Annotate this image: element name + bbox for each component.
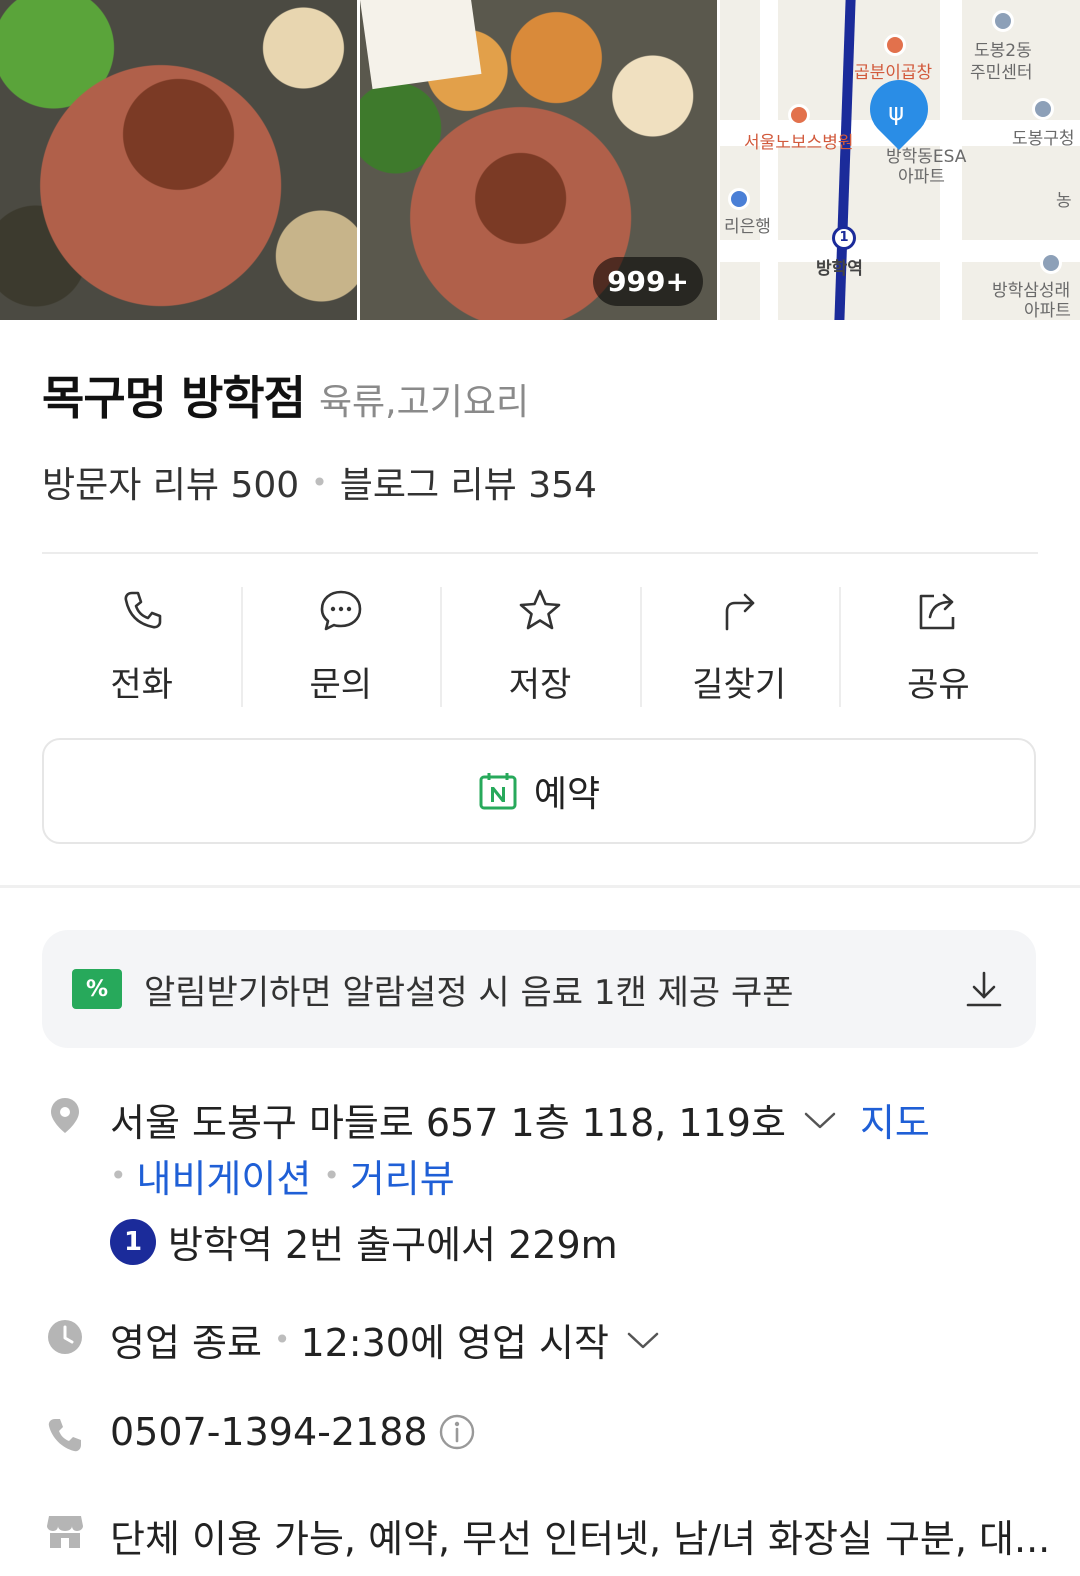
place-name: 목구멍 방학점 [42,371,306,425]
map-label: 아파트 [898,167,945,187]
place-category: 육류,고기요리 [318,382,530,423]
hospital-marker-icon [788,104,810,126]
amenities-text: 단체 이용 가능, 예약, 무선 인터넷, 남/녀 화장실 구분, 대... [110,1517,1051,1561]
food-photo-2[interactable]: 999+ [360,0,717,320]
address-links-row: • 내비게이션 • 거리뷰 [110,1148,455,1203]
coupon-banner[interactable]: % 알림받기하면 알람설정 시 음료 1캔 제공 쿠폰 [42,930,1036,1048]
title-row: 목구멍 방학점 육류,고기요리 [42,362,529,428]
coupon-text: 알림받기하면 알람설정 시 음료 1캔 제공 쿠폰 [144,972,794,1013]
section-divider [0,885,1080,888]
chevron-down-icon[interactable] [625,1329,661,1351]
address-text[interactable]: 서울 도봉구 마들로 657 1층 118, 119호 [110,1092,786,1147]
next-open-text: 12:30에 영업 시작 [300,1321,609,1365]
building-marker-icon [1040,252,1062,274]
share-button[interactable]: 공유 [838,585,1038,710]
directions-label: 길찾기 [692,665,787,705]
chevron-down-icon[interactable] [802,1109,838,1131]
call-label: 전화 [110,665,173,705]
subway-row: 1 방학역 2번 출구에서 229m [110,1214,618,1269]
map-link[interactable]: 지도 [860,1092,930,1147]
review-row: 방문자 리뷰 500 • 블로그 리뷰 354 [42,456,597,508]
map-label: 아파트 [1024,301,1071,320]
naver-calendar-icon [479,773,517,810]
building-marker-icon [992,10,1014,32]
separator-dot: • [311,465,328,499]
directions-button[interactable]: 길찾기 [639,585,839,710]
coupon-icon: % [72,969,122,1009]
download-icon[interactable] [962,967,1006,1011]
blog-reviews-link[interactable]: 블로그 리뷰 354 [340,456,597,508]
subway-distance-text: 방학역 2번 출구에서 229m [168,1223,618,1267]
inquiry-button[interactable]: 문의 [241,585,440,710]
map-label: 농 [1056,191,1072,211]
phone-icon [124,591,161,629]
share-label: 공유 [907,665,970,705]
bank-marker-icon [728,188,750,210]
separator-dot: • [110,1159,127,1192]
photo-count-badge: 999+ [593,257,703,306]
phone-row: 0507-1394-2188 [110,1410,476,1454]
phone-number[interactable]: 0507-1394-2188 [110,1410,428,1454]
food-photo-1[interactable] [0,0,357,320]
divider [42,552,1038,554]
map-label: 주민센터 [970,63,1033,83]
location-pin-icon [51,1098,79,1133]
address-row: 서울 도봉구 마들로 657 1층 118, 119호 지도 [110,1092,930,1147]
reserve-label: 예약 [533,774,601,815]
separator-dot: • [273,1323,291,1356]
subway-line-badge: 1 [110,1218,156,1265]
map-label: 도봉구청 [1012,129,1075,149]
store-icon [47,1516,83,1548]
share-icon [920,593,955,630]
map-label: 리은행 [724,217,771,237]
map-thumbnail[interactable]: 곱분이곱창 도봉2동 주민센터 서울노보스병원 도봉구청 방학동ESA 아파트 … [720,0,1080,320]
building-marker-icon [1032,98,1054,120]
star-icon [519,589,561,630]
hours-row[interactable]: 영업 종료 • 12:30에 영업 시작 [110,1312,661,1367]
visitor-reviews-link[interactable]: 방문자 리뷰 500 [42,456,299,508]
save-label: 저장 [508,665,572,705]
save-button[interactable]: 저장 [440,585,639,710]
reserve-button[interactable]: 예약 [42,738,1036,844]
business-status: 영업 종료 [110,1321,262,1365]
amenities-row[interactable]: 단체 이용 가능, 예약, 무선 인터넷, 남/녀 화장실 구분, 대... [110,1508,1050,1563]
info-icon[interactable] [438,1413,476,1451]
action-bar: 전화 문의 저장 길찾기 공유 [42,585,1038,710]
directions-icon [725,593,755,631]
map-label: 서울노보스병원 [744,133,854,153]
clock-icon [48,1320,82,1354]
call-button[interactable]: 전화 [42,585,241,710]
photo-strip: 999+ 곱분이곱창 도봉2동 주민센터 서울노보스병원 도봉구청 방학동ESA… [0,0,1080,320]
inquiry-label: 문의 [309,665,373,705]
subway-station-icon: 1 [832,226,856,250]
map-label: 방학역 [816,259,863,279]
street-view-link[interactable]: 거리뷰 [350,1148,455,1203]
phone-icon [48,1419,81,1452]
restaurant-marker-icon [884,34,906,56]
navigation-link[interactable]: 내비게이션 [137,1148,312,1203]
chat-icon [320,590,362,631]
separator-dot: • [323,1159,340,1192]
